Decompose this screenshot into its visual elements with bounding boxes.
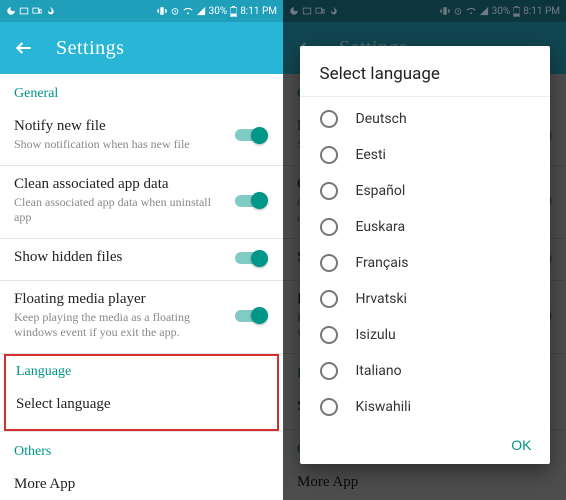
setting-more-app[interactable]: More App [0,466,283,500]
vibrate-icon [157,6,167,16]
language-option-espanol[interactable]: Español [300,173,550,209]
select-language-dialog: Select language Deutsch Eesti Español Eu… [300,46,550,464]
radio-icon [320,398,338,416]
back-icon[interactable] [14,38,34,58]
radio-label: Français [356,255,409,271]
setting-hidden[interactable]: Show hidden files [0,239,283,281]
item-title: More App [14,476,269,493]
window-icon [19,6,29,16]
dialog-backdrop[interactable]: Select language Deutsch Eesti Español Eu… [283,0,566,500]
language-option-euskara[interactable]: Euskara [300,209,550,245]
radio-label: Eesti [356,147,386,163]
signal-icon [196,6,206,16]
radio-label: Español [356,183,406,199]
settings-screen-right: 30% 8:11 PM Settings General Notify new … [283,0,566,500]
dialog-title: Select language [300,46,550,97]
radio-icon [320,254,338,272]
setting-clean[interactable]: Clean associated app data Clean associat… [0,166,283,239]
language-option-deutsch[interactable]: Deutsch [300,101,550,137]
item-subtitle: Clean associated app data when uninstall… [14,195,225,226]
radio-label: Italiano [356,363,402,379]
app-bar: Settings [0,22,283,74]
devices-icon [32,6,42,16]
language-option-isizulu[interactable]: Isizulu [300,317,550,353]
radio-icon [320,146,338,164]
radio-icon [320,110,338,128]
item-title: Select language [16,396,263,413]
clock-text: 8:11 PM [240,6,277,17]
item-subtitle: Show notification when has new file [14,137,225,153]
language-option-eesti[interactable]: Eesti [300,137,550,173]
language-option-italiano[interactable]: Italiano [300,353,550,389]
language-options-list[interactable]: Deutsch Eesti Español Euskara Français H… [300,97,550,425]
battery-icon [230,6,237,17]
radio-label: Kiswahili [356,399,411,415]
section-language: Language [6,358,277,386]
setting-float[interactable]: Floating media player Keep playing the m… [0,281,283,354]
item-title: Show hidden files [14,249,225,266]
item-title: Clean associated app data [14,176,225,193]
toggle-hidden[interactable] [235,249,269,267]
setting-notify[interactable]: Notify new file Show notification when h… [0,108,283,166]
fire-icon [45,6,55,16]
moon-icon [6,6,16,16]
item-title: Notify new file [14,118,225,135]
item-title: Floating media player [14,291,225,308]
radio-icon [320,290,338,308]
radio-label: Deutsch [356,111,407,127]
setting-select-language[interactable]: Select language [6,386,277,427]
radio-icon [320,326,338,344]
item-subtitle: Keep playing the media as a floating win… [14,310,225,341]
battery-text: 30% [209,6,228,17]
section-others: Others [0,432,283,466]
radio-label: Isizulu [356,327,396,343]
page-title: Settings [56,37,124,60]
language-option-kiswahili[interactable]: Kiswahili [300,389,550,425]
radio-label: Hrvatski [356,291,407,307]
settings-screen-left: 30% 8:11 PM Settings General Notify new … [0,0,283,500]
settings-list: General Notify new file Show notificatio… [0,74,283,500]
status-bar: 30% 8:11 PM [0,0,283,22]
toggle-clean[interactable] [235,192,269,210]
radio-icon [320,218,338,236]
language-option-hrvatski[interactable]: Hrvatski [300,281,550,317]
toggle-float[interactable] [235,307,269,325]
highlight-box: Language Select language [4,354,279,431]
toggle-notify[interactable] [235,126,269,144]
wifi-icon [183,6,193,16]
radio-icon [320,182,338,200]
language-option-francais[interactable]: Français [300,245,550,281]
radio-icon [320,362,338,380]
section-general: General [0,74,283,108]
ok-button[interactable]: OK [511,437,531,453]
alarm-icon [170,6,180,16]
radio-label: Euskara [356,219,406,235]
